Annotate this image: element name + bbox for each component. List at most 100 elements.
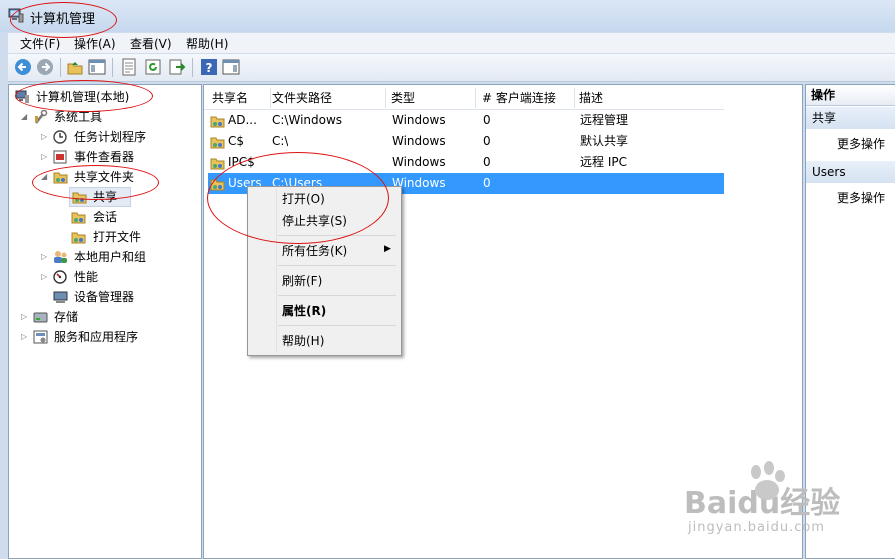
menu-separator — [278, 295, 396, 296]
actions-section-shares[interactable]: 共享 — [806, 107, 895, 129]
column-header-type[interactable]: 类型 — [387, 88, 476, 108]
menu-file[interactable]: 文件(F) — [20, 35, 60, 52]
column-header-share-name[interactable]: 共享名 — [208, 88, 271, 108]
menu-separator — [278, 265, 396, 266]
share-icon — [210, 158, 225, 170]
show-hide-tree-icon[interactable] — [88, 58, 106, 76]
cell-share-name: AD... — [228, 113, 257, 127]
refresh-icon[interactable] — [144, 58, 162, 76]
menu-item-properties[interactable]: 属性(R) — [282, 301, 326, 321]
svg-text:?: ? — [206, 61, 213, 75]
event-viewer-icon — [53, 150, 67, 164]
actions-section-users[interactable]: Users — [806, 161, 895, 183]
tree-label: 共享文件夹 — [74, 170, 135, 184]
system-tools-icon — [35, 110, 48, 124]
performance-icon — [53, 270, 67, 284]
tree-label: 会话 — [93, 210, 118, 224]
column-header-description[interactable]: 描述 — [575, 88, 724, 108]
cell-share-name: C$ — [228, 134, 245, 148]
toolbar: ? — [8, 54, 895, 82]
computer-management-icon — [15, 90, 29, 103]
properties-icon[interactable] — [120, 58, 138, 76]
cell-type: Windows — [392, 113, 446, 127]
cell-description: 默认共享 — [580, 134, 629, 148]
back-icon[interactable] — [14, 58, 32, 76]
expand-arrow-icon[interactable]: ▷ — [41, 267, 51, 287]
watermark-url: jingyan.baidu.com — [688, 520, 825, 535]
show-hide-action-pane-icon[interactable] — [222, 58, 240, 76]
collapse-arrow-icon[interactable]: ◢ — [41, 167, 51, 187]
tree-label: 打开文件 — [93, 230, 142, 244]
table-row[interactable]: IPC$ Windows 0 远程 IPC — [208, 152, 724, 173]
collapse-arrow-icon[interactable]: ◢ — [21, 107, 31, 127]
title-bar: 计算机管理 — [0, 0, 895, 32]
menu-separator — [278, 235, 396, 236]
cell-clients: 0 — [483, 155, 491, 169]
menu-help[interactable]: 帮助(H) — [186, 35, 228, 52]
section-label: 共享 — [812, 111, 837, 125]
toolbar-separator — [112, 58, 113, 77]
tree-label: 存储 — [54, 310, 79, 324]
section-label: Users — [812, 165, 846, 179]
cell-type: Windows — [392, 134, 446, 148]
help-icon[interactable]: ? — [200, 58, 218, 76]
table-row[interactable]: C$ C:\ Windows 0 默认共享 — [208, 131, 724, 152]
share-icon — [210, 116, 225, 128]
share-icon — [210, 179, 225, 191]
storage-icon — [33, 312, 48, 323]
menu-item-open[interactable]: 打开(O) — [282, 189, 325, 209]
tree-item-shares[interactable]: 共享 — [69, 187, 131, 207]
open-files-icon — [71, 232, 86, 244]
computer-management-icon — [8, 8, 24, 23]
paw-logo-icon — [751, 461, 785, 500]
window-title: 计算机管理 — [30, 12, 96, 27]
tree-label: 设备管理器 — [74, 290, 135, 304]
share-icon — [210, 137, 225, 149]
tree-label: 性能 — [74, 270, 99, 284]
up-folder-icon[interactable] — [66, 58, 84, 76]
shared-folder-icon — [53, 172, 68, 184]
more-actions-link[interactable]: 更多操作 — [837, 189, 885, 206]
cell-folder-path: C:\Windows — [272, 113, 343, 127]
console-tree: 计算机管理(本地) ◢ 系统工具 ▷ 任务计划程序 ▷ 事件查看器 ◢ 共享文件… — [8, 84, 202, 559]
cell-clients: 0 — [483, 176, 491, 190]
device-manager-icon — [53, 291, 68, 303]
menu-gutter — [276, 189, 277, 353]
toolbar-separator — [60, 58, 61, 77]
cell-clients: 0 — [483, 134, 491, 148]
cell-description: 远程管理 — [580, 113, 629, 127]
users-icon — [54, 251, 67, 263]
menu-action[interactable]: 操作(A) — [74, 35, 116, 52]
menu-item-help[interactable]: 帮助(H) — [282, 331, 324, 351]
expand-arrow-icon[interactable]: ▷ — [41, 147, 51, 167]
menu-item-stop-sharing[interactable]: 停止共享(S) — [282, 211, 347, 231]
table-row[interactable]: AD... C:\Windows Windows 0 远程管理 — [208, 110, 724, 131]
menu-view[interactable]: 查看(V) — [130, 35, 172, 52]
clock-icon — [53, 130, 67, 144]
menu-bar: 文件(F) 操作(A) 查看(V) 帮助(H) — [8, 33, 895, 53]
expand-arrow-icon[interactable]: ▷ — [21, 307, 31, 327]
expand-arrow-icon[interactable]: ▷ — [41, 247, 51, 267]
cell-clients: 0 — [483, 113, 491, 127]
menu-item-refresh[interactable]: 刷新(F) — [282, 271, 322, 291]
actions-title: 操作 — [806, 85, 895, 106]
column-header-client-connections[interactable]: # 客户端连接 — [477, 88, 575, 108]
actions-title-label: 操作 — [811, 88, 836, 102]
menu-separator — [278, 325, 396, 326]
tree-label: 事件查看器 — [74, 150, 135, 164]
menu-item-all-tasks[interactable]: 所有任务(K) — [282, 241, 347, 261]
export-list-icon[interactable] — [168, 58, 186, 76]
cell-description: 远程 IPC — [580, 155, 627, 169]
more-actions-link[interactable]: 更多操作 — [837, 135, 885, 152]
context-menu: 打开(O) 停止共享(S) 所有任务(K) ▶ 刷新(F) 属性(R) 帮助(H… — [247, 186, 402, 356]
tree-label: 本地用户和组 — [74, 250, 147, 264]
column-header-folder-path[interactable]: 文件夹路径 — [267, 88, 386, 108]
services-icon — [33, 330, 48, 344]
tree-label: 计算机管理(本地) — [36, 90, 130, 104]
tree-label: 任务计划程序 — [74, 130, 147, 144]
forward-icon[interactable] — [36, 58, 54, 76]
expand-arrow-icon[interactable]: ▷ — [21, 327, 31, 347]
cell-folder-path: C:\ — [272, 134, 289, 148]
tree-label: 系统工具 — [54, 110, 103, 124]
expand-arrow-icon[interactable]: ▷ — [41, 127, 51, 147]
